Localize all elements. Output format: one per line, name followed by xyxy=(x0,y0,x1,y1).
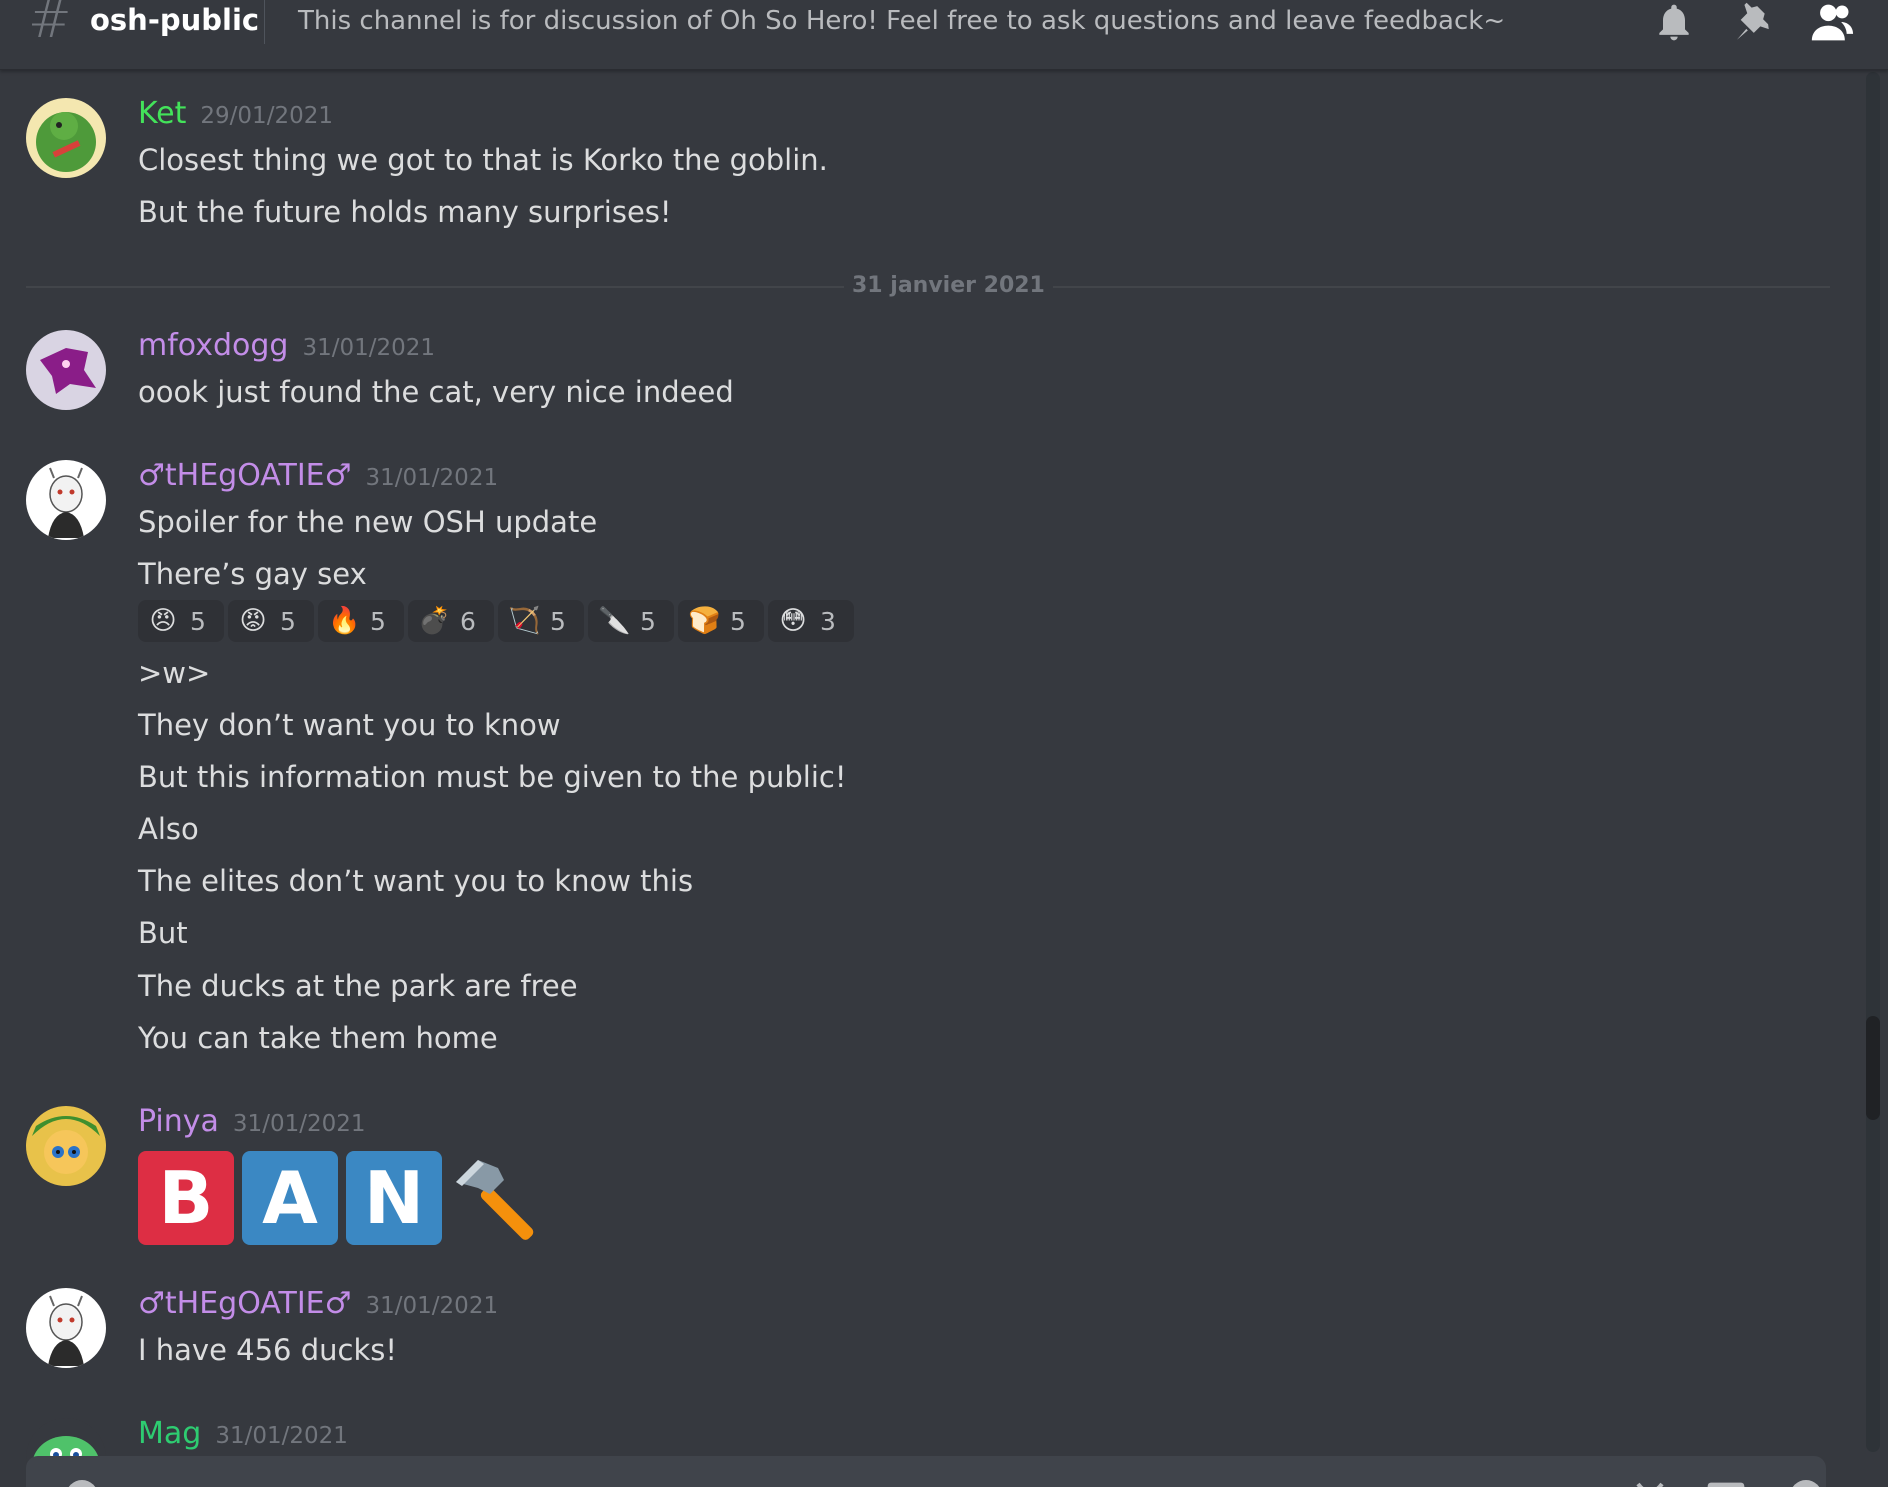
reaction[interactable]: 😡 5 xyxy=(228,600,314,642)
angry-face-icon: 😠 xyxy=(149,606,177,636)
timestamp: 31/01/2021 xyxy=(215,1423,348,1449)
reaction[interactable]: 🏹 5 xyxy=(498,600,584,642)
timestamp: 31/01/2021 xyxy=(365,1293,499,1319)
message-text: There’s gay sex xyxy=(138,557,367,591)
message-composer[interactable] xyxy=(26,1456,1826,1487)
timestamp: 31/01/2021 xyxy=(302,335,436,361)
reaction-count: 5 xyxy=(190,606,206,636)
regional-n-icon: N xyxy=(346,1151,442,1245)
message-text: >w> xyxy=(138,656,211,690)
message-text: The elites don’t want you to know this xyxy=(138,864,694,898)
message-text: Closest thing we got to that is Korko th… xyxy=(138,143,828,177)
scrollbar-track[interactable] xyxy=(1866,72,1880,1452)
username[interactable]: Pinya xyxy=(138,1104,219,1139)
regional-a-icon: A xyxy=(242,1151,338,1245)
gif-icon[interactable] xyxy=(1706,1476,1746,1487)
avatar-mfoxdogg[interactable] xyxy=(26,330,106,410)
message-text: But xyxy=(138,916,188,950)
bread-icon: 🍞 xyxy=(688,606,721,636)
bomb-icon: 💣 xyxy=(418,606,451,636)
reaction[interactable]: 🔪 5 xyxy=(588,600,674,642)
username[interactable]: ♂tHEgOATIE♂ xyxy=(138,458,352,493)
username[interactable]: mfoxdogg xyxy=(138,328,288,363)
custom-face-emoji-icon: 😳 xyxy=(779,606,807,636)
fire-icon: 🔥 xyxy=(328,606,361,636)
message-text: Also xyxy=(138,812,199,846)
timestamp: 29/01/2021 xyxy=(200,103,333,129)
avatar-thegoatie[interactable] xyxy=(26,460,106,540)
reaction[interactable]: 🔥 5 xyxy=(318,600,404,642)
scrollbar-thumb[interactable] xyxy=(1866,1016,1880,1120)
message-text: But this information must be given to th… xyxy=(138,760,847,794)
channel-name: osh-public xyxy=(90,3,260,37)
header-divider xyxy=(264,0,265,44)
members-icon[interactable] xyxy=(1810,0,1854,44)
avatar-thegoatie[interactable] xyxy=(26,1288,106,1368)
reaction[interactable]: 😠 5 xyxy=(138,600,224,642)
reaction-count: 5 xyxy=(280,606,296,636)
message-text: You can take them home xyxy=(138,1021,498,1055)
reaction-count: 6 xyxy=(460,606,476,636)
avatar-pinya[interactable] xyxy=(26,1106,106,1186)
username[interactable]: Ket xyxy=(138,96,186,131)
bow-arrow-icon: 🏹 xyxy=(508,606,541,636)
message-text: oook just found the cat, very nice indee… xyxy=(138,375,734,409)
reaction-count: 5 xyxy=(550,606,566,636)
channel-topic[interactable]: This channel is for discussion of Oh So … xyxy=(298,4,1505,38)
channel-header: # osh-public This channel is for discuss… xyxy=(0,0,1888,70)
reaction-count: 5 xyxy=(640,606,656,636)
reaction-count: 5 xyxy=(370,606,386,636)
message-text: They don’t want you to know xyxy=(138,708,561,742)
username[interactable]: Mag xyxy=(138,1416,201,1451)
date-divider-label: 31 janvier 2021 xyxy=(844,272,1053,300)
message-text: But the future holds many surprises! xyxy=(138,195,672,229)
hashtag-icon: # xyxy=(28,0,72,50)
username[interactable]: ♂tHEgOATIE♂ xyxy=(138,1286,352,1321)
pin-icon[interactable] xyxy=(1732,0,1776,44)
knife-icon: 🔪 xyxy=(598,606,631,636)
timestamp: 31/01/2021 xyxy=(365,465,499,491)
rage-face-icon: 😡 xyxy=(239,606,267,636)
reaction[interactable]: 🍞 5 xyxy=(678,600,764,642)
reactions-bar: 😠 5 😡 5 🔥 5 💣 6 🏹 5 🔪 5 🍞 5 😳 3 xyxy=(138,600,854,642)
timestamp: 31/01/2021 xyxy=(232,1111,366,1137)
reaction[interactable]: 💣 6 xyxy=(408,600,494,642)
avatar-ket[interactable] xyxy=(26,98,106,178)
message-text: The ducks at the park are free xyxy=(138,969,578,1003)
reaction-count: 5 xyxy=(730,606,746,636)
reaction[interactable]: 😳 3 xyxy=(768,600,854,642)
ban-emoji-row: B A N xyxy=(138,1148,550,1248)
regional-b-icon: B xyxy=(138,1151,234,1245)
message-text: Spoiler for the new OSH update xyxy=(138,505,598,539)
emoji-picker-icon[interactable] xyxy=(1786,1476,1826,1487)
bell-icon[interactable] xyxy=(1652,0,1696,44)
attach-icon[interactable] xyxy=(62,1476,102,1487)
gift-icon[interactable] xyxy=(1630,1476,1670,1487)
message-text: I have 456 ducks! xyxy=(138,1333,397,1367)
reaction-count: 3 xyxy=(820,606,836,636)
hammer-icon xyxy=(456,1160,534,1240)
